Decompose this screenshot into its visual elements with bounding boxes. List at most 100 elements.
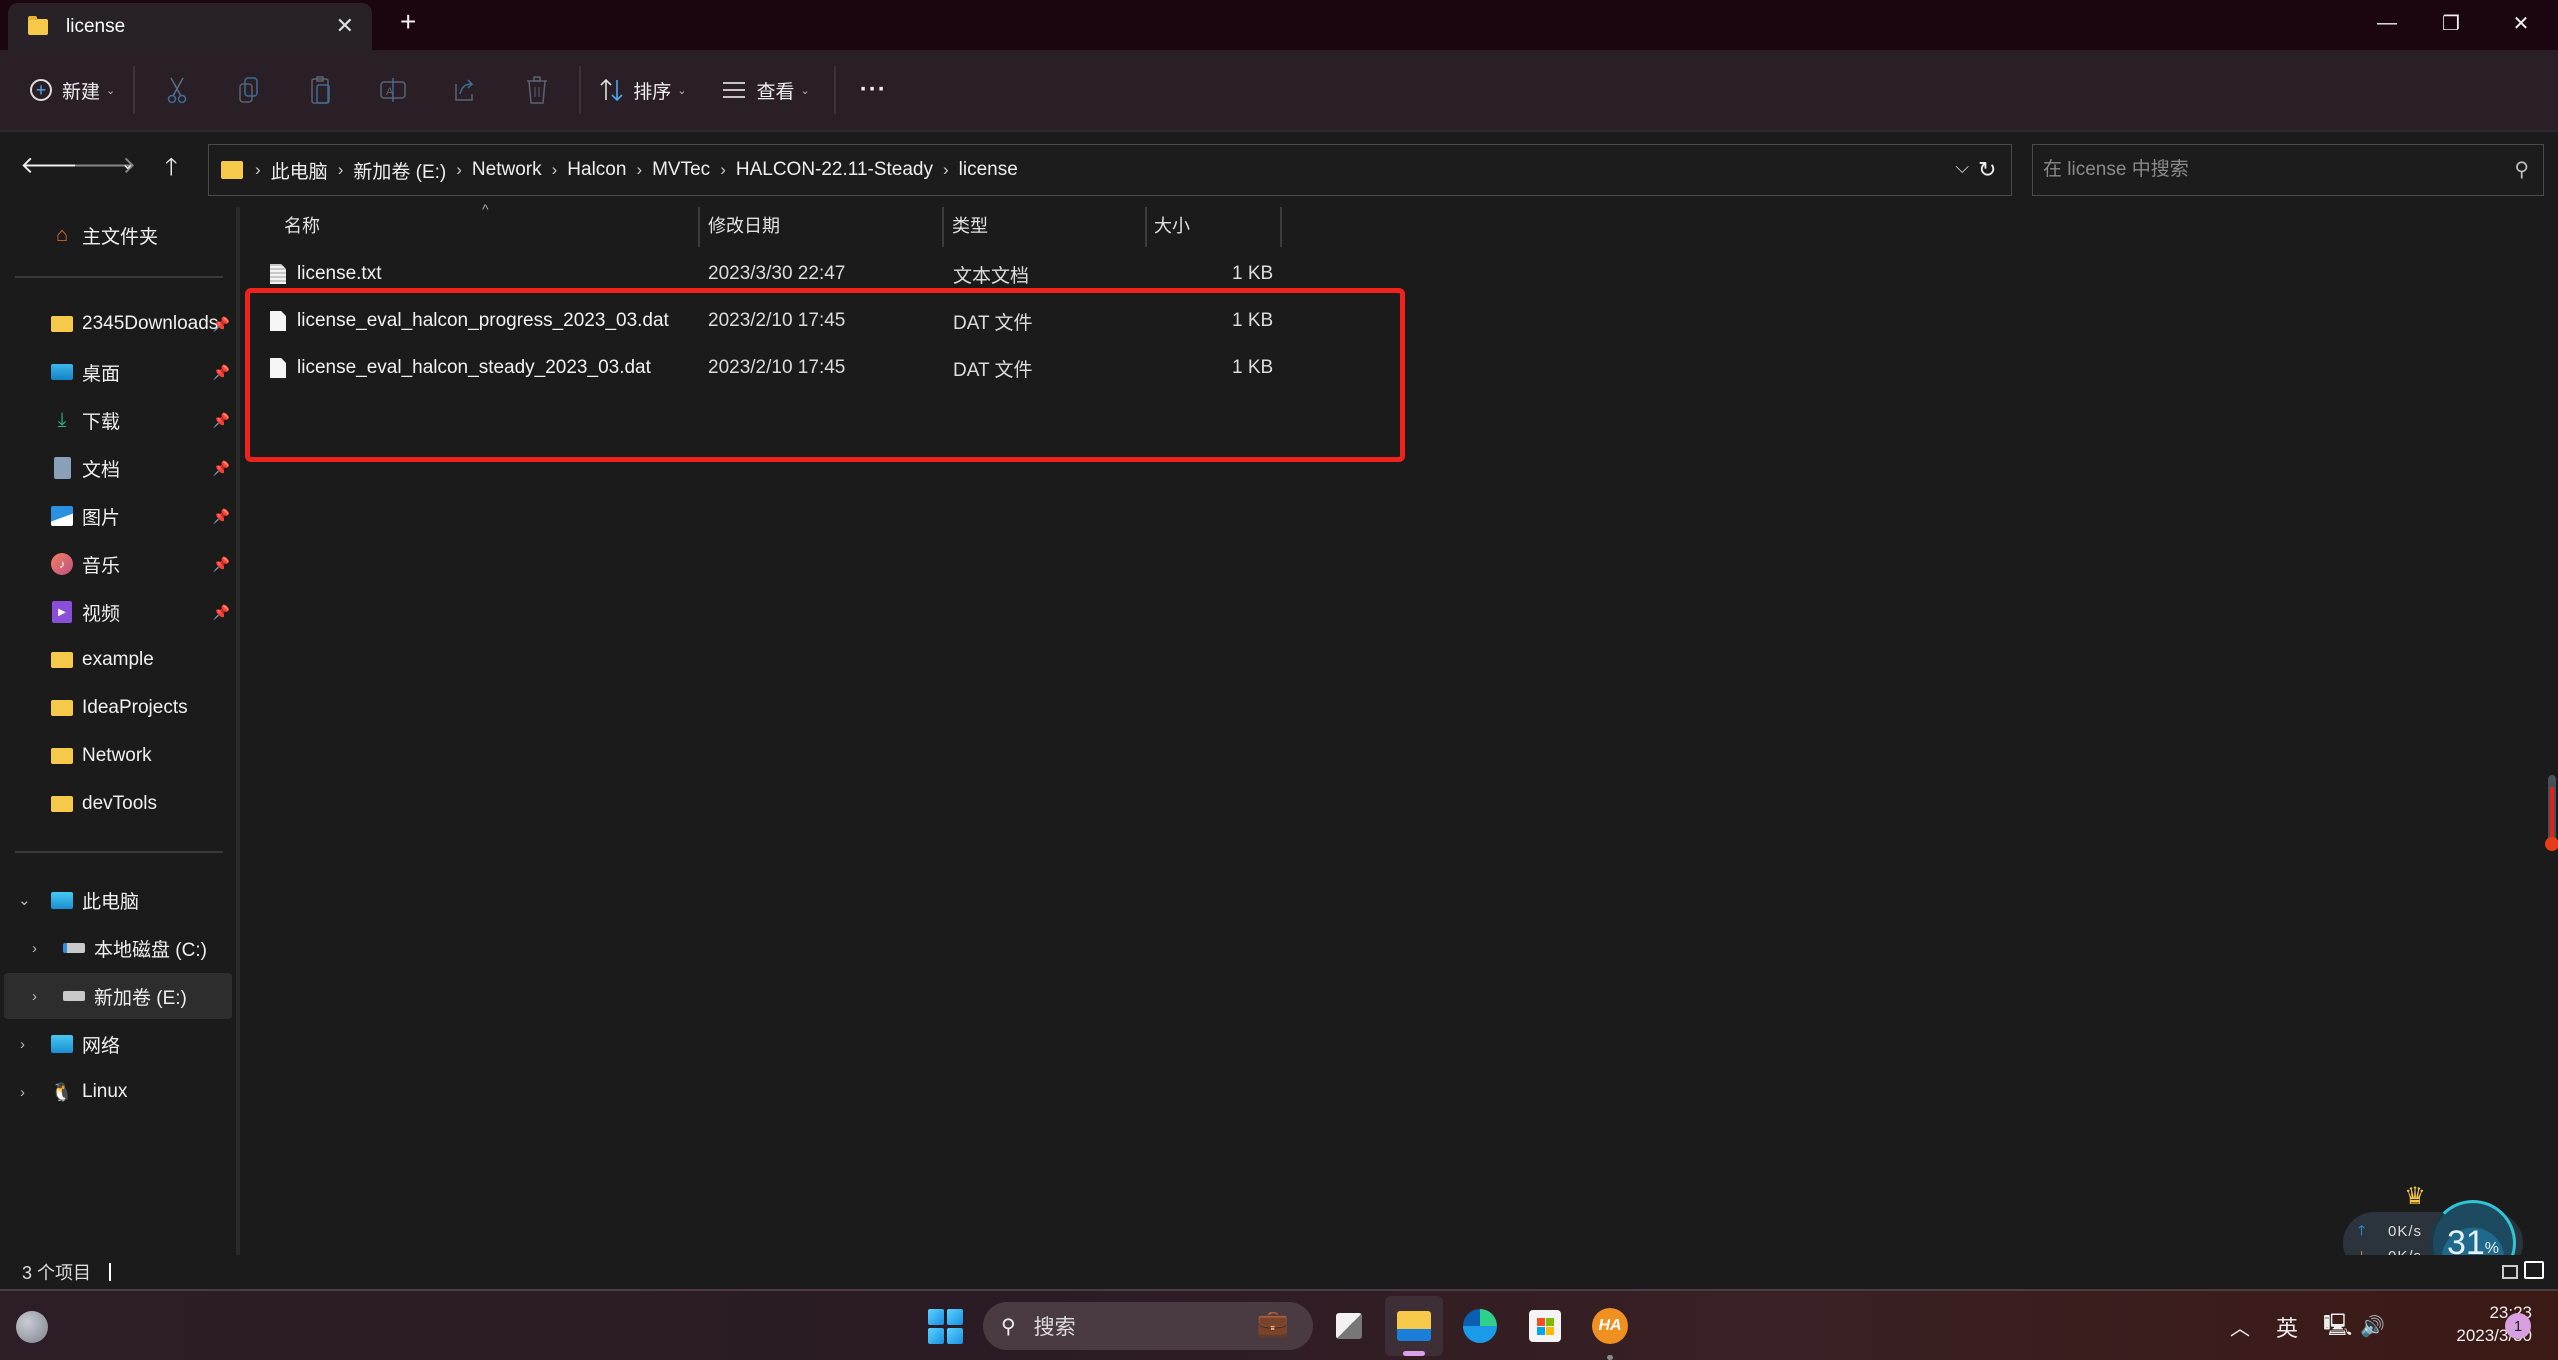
breadcrumb-separator[interactable]: ›: [255, 160, 261, 180]
sidebar-item-videos[interactable]: ▶ 视频 📌: [0, 589, 234, 635]
store-icon: [1529, 1310, 1561, 1342]
delete-button[interactable]: [501, 66, 573, 114]
column-divider[interactable]: [1280, 207, 1282, 247]
tab-title: license: [66, 15, 126, 37]
taskbar-search[interactable]: ⚲ 搜索 💼: [983, 1302, 1313, 1350]
file-row[interactable]: license.txt 2023/3/30 22:47 文本文档 1 KB: [260, 254, 1460, 294]
breadcrumb-separator[interactable]: ›: [338, 160, 344, 180]
sidebar-item-pictures[interactable]: 图片 📌: [0, 493, 234, 539]
sidebar-item-drive-c[interactable]: › 本地磁盘 (C:): [0, 925, 234, 971]
sidebar-item-linux[interactable]: › 🐧 Linux: [0, 1069, 234, 1115]
task-view-button[interactable]: [1328, 1305, 1370, 1347]
pin-icon[interactable]: 📌: [213, 556, 230, 573]
breadcrumb-drive-e[interactable]: 新加卷 (E:): [353, 157, 446, 184]
chevron-right-icon[interactable]: ›: [32, 940, 37, 957]
breadcrumb-halcon-steady[interactable]: HALCON-22.11-Steady: [736, 159, 933, 181]
search-icon[interactable]: ⚲: [2514, 157, 2529, 182]
file-row[interactable]: license_eval_halcon_steady_2023_03.dat 2…: [260, 348, 1460, 388]
sort-button[interactable]: 排序 ⌄: [587, 66, 698, 114]
column-header-size[interactable]: 大小: [1154, 207, 1274, 243]
more-options-button[interactable]: ···: [842, 66, 905, 114]
breadcrumb-separator[interactable]: ›: [552, 160, 558, 180]
start-button[interactable]: [924, 1305, 966, 1347]
chevron-right-icon[interactable]: ›: [32, 988, 37, 1005]
column-header-date[interactable]: 修改日期: [708, 207, 938, 243]
sidebar-item-drive-e[interactable]: › 新加卷 (E:): [4, 973, 232, 1019]
breadcrumb-mvtec[interactable]: MVTec: [652, 159, 710, 181]
file-explorer-button[interactable]: [1393, 1305, 1435, 1347]
column-divider[interactable]: [1145, 207, 1147, 247]
column-header-type[interactable]: 类型: [952, 207, 1152, 243]
breadcrumb-this-pc[interactable]: 此电脑: [271, 157, 328, 184]
tab-license[interactable]: license ✕: [8, 3, 372, 50]
sidebar-item-network[interactable]: › 网络: [0, 1021, 234, 1067]
column-header-name[interactable]: 名称: [284, 207, 694, 243]
ha-app-icon: HA: [1592, 1308, 1628, 1344]
address-dropdown-icon[interactable]: ⌵: [1955, 157, 1969, 178]
chevron-right-icon[interactable]: ›: [20, 1036, 25, 1053]
new-tab-button[interactable]: +: [400, 6, 416, 38]
search-input[interactable]: [2043, 159, 2483, 181]
sidebar-item-desktop[interactable]: 桌面 📌: [0, 349, 234, 395]
details-view-icon[interactable]: [2502, 1265, 2518, 1279]
column-divider[interactable]: [698, 207, 700, 247]
breadcrumb-license[interactable]: license: [959, 159, 1018, 181]
breadcrumb-separator[interactable]: ›: [943, 160, 949, 180]
chevron-down-icon[interactable]: ⌄: [18, 891, 31, 909]
restore-button[interactable]: ❐: [2416, 0, 2486, 46]
breadcrumb-network[interactable]: Network: [472, 159, 542, 181]
pin-icon[interactable]: 📌: [213, 460, 230, 477]
search-highlight-icon: 💼: [1256, 1308, 1289, 1338]
chevron-right-icon[interactable]: ›: [20, 1084, 25, 1101]
sidebar-item-downloads[interactable]: ⤓ 下载 📌: [0, 397, 234, 443]
breadcrumb-separator[interactable]: ›: [636, 160, 642, 180]
pin-icon[interactable]: 📌: [213, 604, 230, 621]
sidebar-item-label: IdeaProjects: [82, 697, 188, 718]
cut-button[interactable]: [141, 66, 213, 114]
breadcrumb-separator[interactable]: ›: [720, 160, 726, 180]
up-button[interactable]: 🡑: [165, 150, 177, 191]
pin-icon[interactable]: 📌: [213, 412, 230, 429]
file-row[interactable]: license_eval_halcon_progress_2023_03.dat…: [260, 301, 1460, 341]
search-box[interactable]: ⚲: [2032, 144, 2544, 196]
copy-button[interactable]: [213, 66, 285, 114]
sidebar-item-documents[interactable]: 文档 📌: [0, 445, 234, 491]
sidebar-item-network-folder[interactable]: Network: [0, 733, 234, 779]
thermometer-widget-icon[interactable]: [2545, 775, 2558, 851]
ime-indicator[interactable]: 英: [2276, 1291, 2298, 1360]
column-divider[interactable]: [942, 207, 944, 247]
ha-app-button[interactable]: HA: [1589, 1305, 1631, 1347]
network-status-icon[interactable]: 🖳: [2323, 1291, 2352, 1360]
breadcrumb-separator[interactable]: ›: [456, 160, 462, 180]
sidebar-item-2345downloads[interactable]: 2345Downloads 📌: [0, 301, 234, 347]
sidebar-item-this-pc[interactable]: ⌄ 此电脑: [0, 877, 234, 923]
sidebar-item-music[interactable]: ♪ 音乐 📌: [0, 541, 234, 587]
large-icons-view-icon[interactable]: [2524, 1261, 2544, 1279]
sidebar-item-ideaprojects[interactable]: IdeaProjects: [0, 685, 234, 731]
sidebar-item-example[interactable]: example: [0, 637, 234, 683]
store-button[interactable]: [1524, 1305, 1566, 1347]
pin-icon[interactable]: 📌: [213, 364, 230, 381]
rename-button[interactable]: A: [357, 66, 429, 114]
recent-locations-button[interactable]: ⌄: [121, 154, 134, 174]
close-tab-button[interactable]: ✕: [336, 13, 354, 39]
sidebar-item-devtools[interactable]: devTools: [0, 781, 234, 827]
address-bar[interactable]: › 此电脑 › 新加卷 (E:) › Network › Halcon › MV…: [208, 144, 2012, 196]
weather-widget-icon[interactable]: [16, 1311, 48, 1343]
show-hidden-icons-button[interactable]: ︿: [2230, 1291, 2250, 1360]
edge-button[interactable]: [1459, 1305, 1501, 1347]
minimize-button[interactable]: —: [2352, 0, 2422, 46]
pin-icon[interactable]: 📌: [213, 316, 230, 333]
pane-splitter[interactable]: [236, 207, 240, 1255]
pin-icon[interactable]: 📌: [213, 508, 230, 525]
new-button[interactable]: + 新建 ⌄: [18, 66, 127, 114]
notification-badge[interactable]: 1: [2505, 1313, 2531, 1339]
share-button[interactable]: [429, 66, 501, 114]
close-button[interactable]: ✕: [2486, 0, 2556, 46]
refresh-icon[interactable]: ↻: [1978, 157, 1996, 183]
paste-button[interactable]: [285, 66, 357, 114]
sidebar-item-home[interactable]: ⌂ 主文件夹: [0, 212, 234, 258]
view-button[interactable]: 查看 ⌄: [710, 66, 821, 114]
breadcrumb-halcon[interactable]: Halcon: [567, 159, 626, 181]
volume-icon[interactable]: 🔊: [2360, 1291, 2385, 1360]
